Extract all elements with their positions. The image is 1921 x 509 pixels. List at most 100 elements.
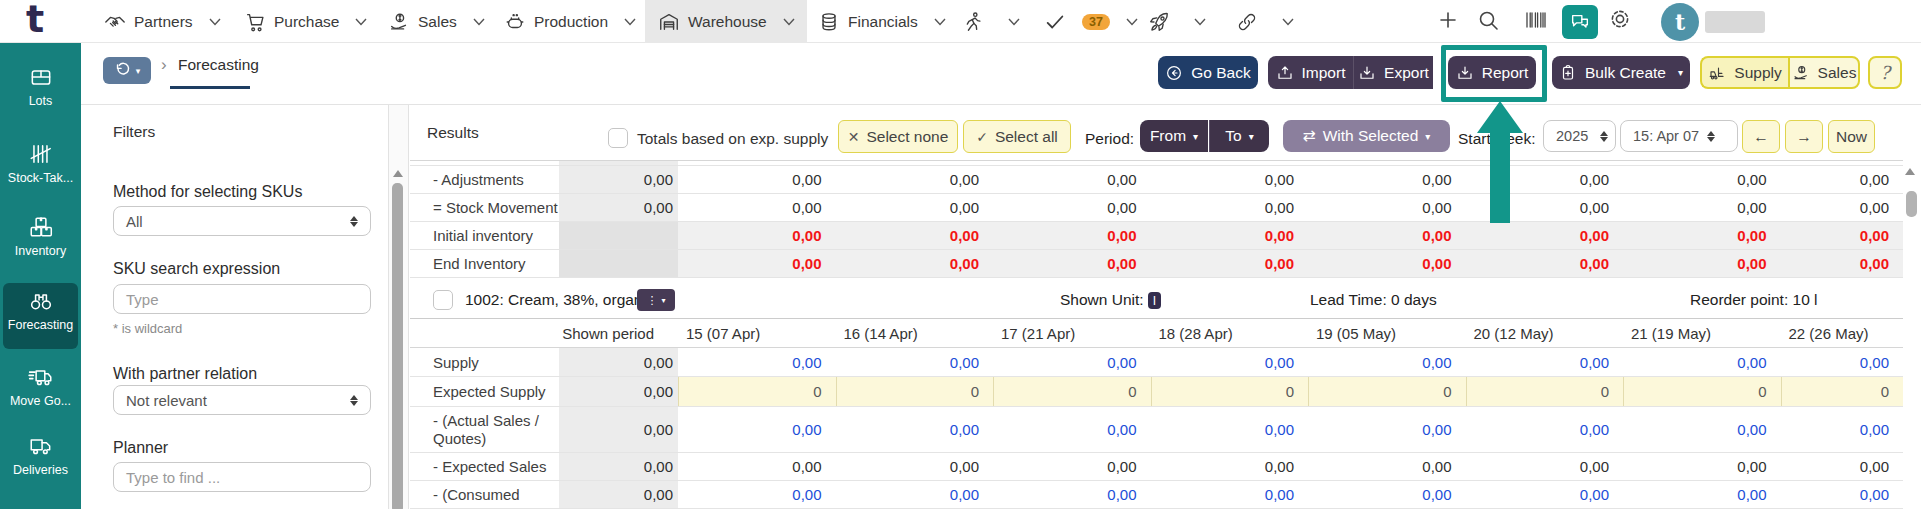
select-none-button[interactable]: ✕ Select none	[838, 120, 958, 153]
sku-menu-button[interactable]: ⋮▾	[637, 289, 675, 311]
table-cell[interactable]: 0,00	[1308, 348, 1466, 376]
supply-toggle-button[interactable]: Supply	[1700, 56, 1788, 89]
table-cell[interactable]: 0,00	[836, 407, 994, 452]
gear-icon[interactable]	[1608, 7, 1632, 31]
table-cell: 0,00	[678, 222, 836, 249]
table-cell[interactable]: 0,00	[1781, 348, 1904, 376]
sales-toggle-button[interactable]: Sales	[1788, 56, 1860, 89]
table-cell: 0,00	[993, 166, 1151, 193]
table-scroll-up-arrow[interactable]	[1905, 168, 1915, 175]
nav-menu-purchase[interactable]: Purchase	[244, 0, 367, 43]
search-icon[interactable]	[1476, 8, 1500, 32]
bulk-create-button[interactable]: Bulk Create ▾	[1552, 56, 1690, 89]
stepper-icon	[1707, 131, 1715, 142]
sku-search-input[interactable]: Type	[113, 284, 371, 314]
reorder-point-label: Reorder point: 10 l	[1690, 291, 1818, 309]
table-cell[interactable]: 0,00	[1308, 481, 1466, 508]
pot-icon	[504, 11, 526, 33]
table-cell[interactable]: 0,00	[1151, 481, 1309, 508]
year-spinner[interactable]: 2025	[1543, 120, 1616, 152]
table-cell: 0,00	[678, 166, 836, 193]
next-week-button[interactable]: →	[1785, 120, 1823, 153]
table-cell[interactable]: 0,00	[678, 348, 836, 376]
plus-icon[interactable]	[1436, 8, 1460, 32]
nav-menu-runner[interactable]	[962, 0, 1020, 43]
history-button[interactable]: ▾	[103, 57, 151, 84]
table-cell: End Inventory	[410, 250, 559, 277]
table-cell[interactable]: 0,00	[1151, 407, 1309, 452]
table-cell[interactable]: 0,00	[1466, 481, 1624, 508]
table-cell: 0,00	[678, 250, 836, 277]
chevron-down-icon	[1194, 18, 1206, 26]
app-logo[interactable]: t	[26, 0, 44, 41]
method-select[interactable]: All	[113, 206, 371, 236]
chat-button[interactable]	[1562, 5, 1598, 39]
table-cell[interactable]: 0,00	[1781, 481, 1904, 508]
nav-menu-sales[interactable]: Sales	[388, 0, 485, 43]
period-to-button[interactable]: To▾	[1209, 120, 1269, 152]
breadcrumb[interactable]: Forecasting	[178, 56, 259, 74]
table-cell: 0,00	[559, 407, 678, 452]
scroll-up-arrow[interactable]	[393, 170, 403, 177]
partner-relation-select[interactable]: Not relevant	[113, 385, 371, 415]
table-scrollbar-thumb[interactable]	[1906, 191, 1917, 217]
export-button[interactable]: Export	[1353, 56, 1433, 89]
table-cell: 0,00	[1151, 453, 1309, 480]
sidebar-item-deliveries[interactable]: Deliveries	[0, 433, 81, 477]
sidebar-item-movego[interactable]: Move Go...	[0, 364, 81, 408]
table-cell: - Expected Sales	[410, 453, 559, 480]
help-button[interactable]: ?	[1868, 56, 1902, 89]
table-cell[interactable]: 0,00	[993, 481, 1151, 508]
period-from-button[interactable]: From▾	[1140, 120, 1208, 152]
table-cell[interactable]: 0,00	[1466, 407, 1624, 452]
prev-week-button[interactable]: ←	[1742, 120, 1780, 153]
table-cell: 0,00	[1151, 222, 1309, 249]
table-cell[interactable]: 0,00	[1623, 348, 1781, 376]
table-cell[interactable]: 0,00	[1308, 407, 1466, 452]
table-cell[interactable]: 0,00	[678, 481, 836, 508]
nav-menu-warehouse[interactable]: Warehouse	[645, 0, 807, 43]
hand-coin-icon	[388, 11, 410, 33]
swap-icon: ⇄	[1303, 127, 1316, 145]
barcode-icon[interactable]	[1524, 8, 1548, 32]
table-cell[interactable]: 0,00	[1151, 348, 1309, 376]
avatar[interactable]: t	[1661, 3, 1699, 41]
totals-checkbox[interactable]	[608, 128, 628, 148]
table-cell: 0	[1466, 377, 1624, 406]
arrow-left-icon: ←	[1753, 128, 1769, 146]
table-cell: 0,00	[1623, 194, 1781, 221]
nav-menu-checkmark[interactable]: 37	[1044, 0, 1138, 43]
table-cell[interactable]: 0,00	[836, 481, 994, 508]
planner-label: Planner	[113, 439, 168, 457]
sidebar-item-forecasting[interactable]: Forecasting	[0, 288, 81, 332]
sku-checkbox[interactable]	[433, 290, 453, 310]
planner-input[interactable]: Type to find ...	[113, 462, 371, 492]
table-cell[interactable]: 0,00	[836, 348, 994, 376]
chat-icon	[1569, 11, 1591, 33]
nav-menu-production[interactable]: Production	[504, 0, 636, 43]
nav-menu-rocket[interactable]	[1148, 0, 1206, 43]
scrollbar-thumb[interactable]	[392, 183, 403, 509]
with-selected-button[interactable]: ⇄ With Selected▾	[1283, 120, 1450, 152]
sidebar-item-stocktak[interactable]: Stock-Tak...	[0, 141, 81, 185]
table-cell[interactable]: 0,00	[1781, 407, 1904, 452]
nav-menu-partners[interactable]: Partners	[104, 0, 221, 43]
select-all-button[interactable]: ✓ Select all	[963, 120, 1071, 153]
sidebar-item-lots[interactable]: Lots	[0, 64, 81, 108]
table-cell[interactable]: 0,00	[1466, 348, 1624, 376]
table-cell[interactable]: 0,00	[993, 348, 1151, 376]
week-spinner[interactable]: 15: Apr 07	[1620, 120, 1738, 152]
now-button[interactable]: Now	[1828, 120, 1875, 153]
table-cell[interactable]: 0,00	[1623, 481, 1781, 508]
table-cell[interactable]: 0,00	[678, 407, 836, 452]
table-cell[interactable]: 0,00	[1623, 407, 1781, 452]
table-cell[interactable]: 0,00	[993, 407, 1151, 452]
table-cell: 15 (07 Apr)	[678, 319, 836, 347]
nav-menu-financials[interactable]: Financials	[818, 0, 946, 43]
nav-menu-link[interactable]	[1236, 0, 1294, 43]
sidebar-item-inventory[interactable]: Inventory	[0, 214, 81, 258]
import-button[interactable]: Import	[1268, 56, 1353, 89]
table-cell: 0,00	[1308, 166, 1466, 193]
go-back-button[interactable]: Go Back	[1158, 56, 1258, 89]
table-cell: 0,00	[1466, 222, 1624, 249]
